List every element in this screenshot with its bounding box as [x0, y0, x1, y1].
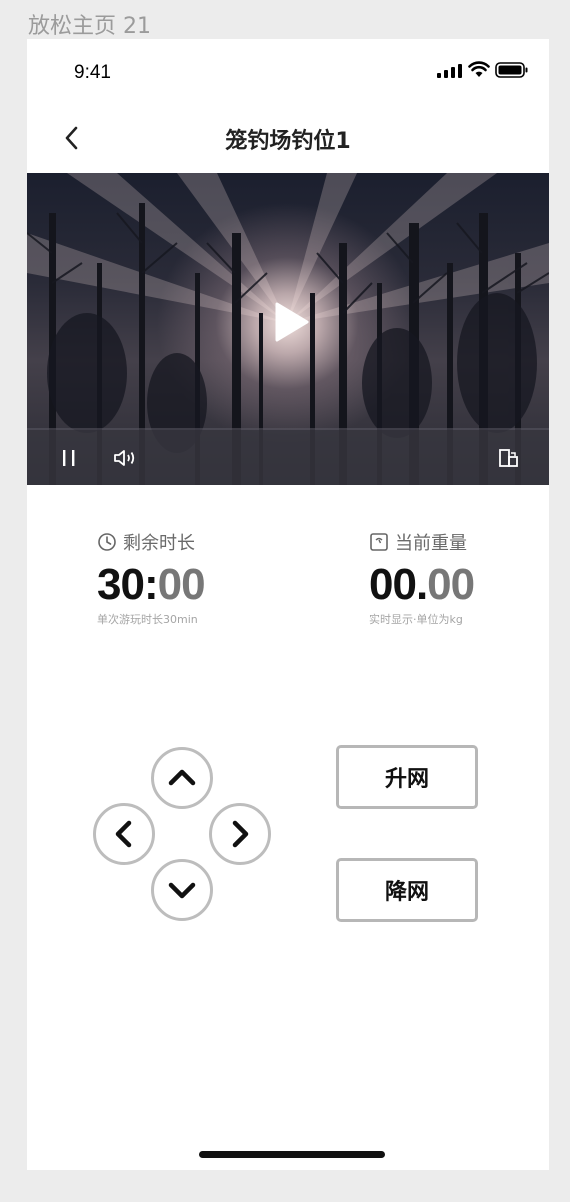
raise-net-button[interactable]: 升网: [336, 745, 478, 809]
play-button[interactable]: [271, 300, 311, 344]
page-title: 笼钓场钓位1: [225, 129, 351, 154]
battery-icon: [495, 62, 528, 78]
arrow-left-icon: [115, 820, 132, 848]
status-bar: 9:41: [27, 39, 549, 99]
home-indicator[interactable]: [199, 1151, 385, 1158]
current-weight-decimal: 00: [427, 560, 475, 609]
current-weight-main: 00.: [369, 560, 428, 609]
remaining-time-note: 单次游玩时长30min: [97, 613, 198, 626]
dpad-up-button[interactable]: [151, 747, 213, 809]
current-weight-label: 当前重量: [395, 533, 467, 554]
video-control-bar: [27, 430, 549, 485]
pause-icon: [63, 450, 75, 466]
arrow-down-icon: [168, 882, 196, 899]
dpad-down-button[interactable]: [151, 859, 213, 921]
status-time: 9:41: [74, 62, 111, 83]
phone-screen: 9:41 笼钓场钓位1 剩余时长 30:00 单次游玩时长30min 当前重量 …: [27, 39, 549, 1170]
lower-net-button[interactable]: 降网: [336, 858, 478, 922]
remaining-time-main: 30:: [97, 560, 159, 609]
dpad-right-button[interactable]: [209, 803, 271, 865]
volume-button[interactable]: [113, 449, 139, 467]
current-weight-value: 00.00: [369, 560, 475, 609]
current-weight-stat: 当前重量 00.00 实时显示·单位为kg: [369, 529, 475, 627]
dpad-left-button[interactable]: [93, 803, 155, 865]
signal-icon: [437, 64, 462, 78]
remaining-time-decimal: 00: [157, 560, 206, 609]
remaining-time-value: 30:00: [97, 560, 206, 609]
play-icon: [275, 302, 309, 342]
artboard-title: 放松主页 21: [28, 14, 151, 39]
pause-button[interactable]: [61, 449, 77, 467]
nav-bar: 笼钓场钓位1: [27, 109, 549, 169]
arrow-right-icon: [232, 820, 249, 848]
volume-icon: [114, 450, 135, 466]
remaining-time-stat: 剩余时长 30:00 单次游玩时长30min: [97, 529, 206, 627]
fullscreen-icon: [499, 449, 518, 467]
video-player[interactable]: [27, 173, 549, 485]
remaining-time-label: 剩余时长: [123, 533, 195, 554]
wifi-icon: [468, 61, 490, 77]
scale-icon: [370, 533, 388, 551]
fullscreen-button[interactable]: [499, 449, 519, 467]
arrow-up-icon: [168, 769, 196, 786]
clock-icon: [98, 533, 116, 551]
current-weight-note: 实时显示·单位为kg: [369, 613, 463, 626]
